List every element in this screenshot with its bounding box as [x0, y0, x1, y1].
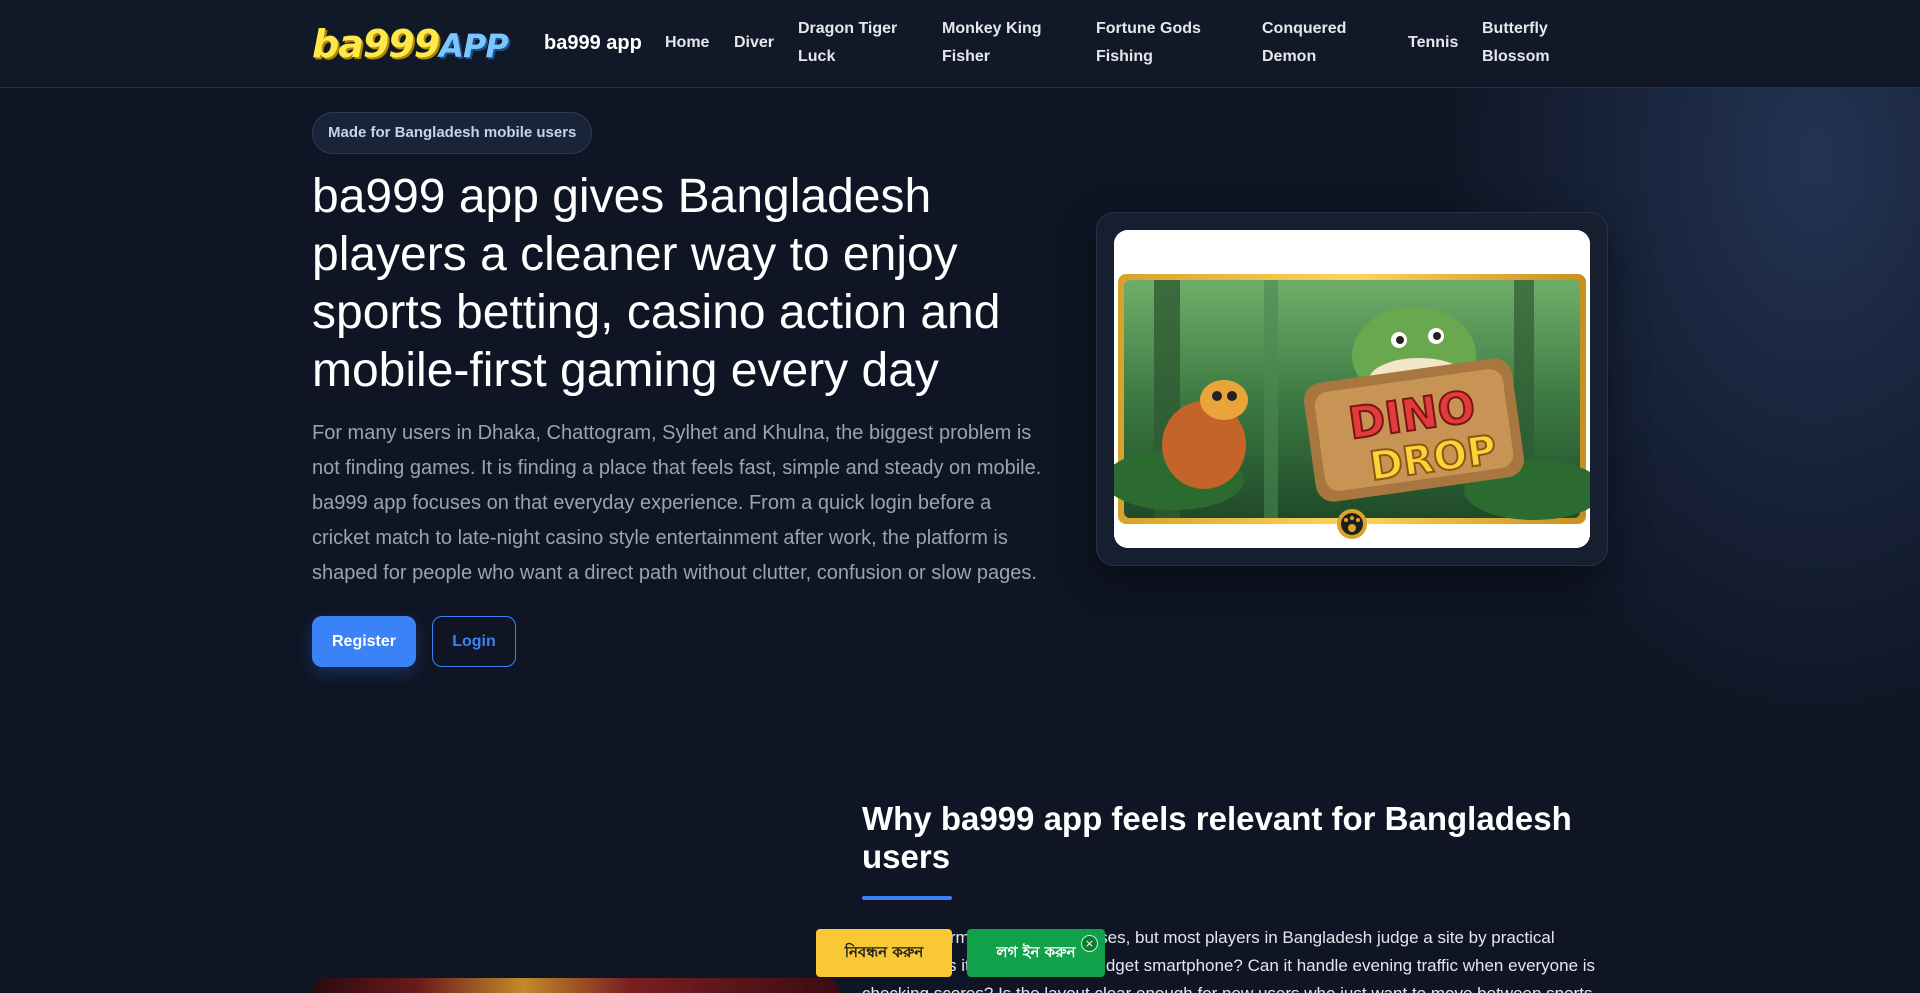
logo-text-main: ba999	[312, 22, 440, 66]
register-button[interactable]: Register	[312, 616, 416, 667]
section-title-underline	[862, 896, 952, 900]
game-banner-image[interactable]: DINO DROP	[1114, 230, 1590, 548]
section-image	[312, 978, 840, 993]
nav-label: Tennis	[1408, 34, 1459, 51]
brand-name[interactable]: ba999 app	[544, 32, 642, 55]
nav-label: Dragon Tiger	[798, 20, 898, 37]
site-logo[interactable]: ba999APP	[312, 22, 534, 66]
nav-label: Monkey King	[942, 20, 1042, 37]
nav-item-monkey-king-fisher[interactable]: Monkey King Fisher	[942, 15, 1042, 71]
nav-item-conquered-demon[interactable]: Conquered Demon	[1262, 15, 1346, 71]
logo-text-app: APP	[439, 27, 509, 65]
nav-label-line2: Fisher	[942, 48, 991, 65]
audience-badge: Made for Bangladesh mobile users	[312, 112, 593, 154]
hero-title: ba999 app gives Bangladesh players a cle…	[312, 170, 1001, 397]
nav-item-diver[interactable]: Diver	[734, 29, 774, 57]
nav-item-fortune-gods-fishing[interactable]: Fortune Gods Fishing	[1096, 15, 1201, 71]
nav-label: Fortune Gods	[1096, 20, 1201, 37]
section-title: Why ba999 app feels relevant for Banglad…	[862, 800, 1572, 875]
nav-label-line2: Blossom	[1482, 48, 1550, 65]
nav-label: Conquered	[1262, 20, 1347, 37]
login-button[interactable]: Login	[432, 616, 516, 667]
nav-item-tennis[interactable]: Tennis	[1408, 29, 1458, 57]
nav-item-home[interactable]: Home	[665, 29, 709, 57]
site-header: ba999APP ba999 app Home Diver Dragon Tig…	[0, 0, 1920, 88]
nav-label-line2: Demon	[1262, 48, 1317, 65]
sticky-register-button[interactable]: নিবন্ধন করুন	[816, 929, 952, 977]
nav-label-line2: Luck	[798, 48, 836, 65]
close-icon[interactable]: ×	[1081, 935, 1098, 952]
nav-item-butterfly-blossom[interactable]: Butterfly Blossom	[1482, 15, 1550, 71]
nav-label: Diver	[734, 34, 775, 51]
hero-description: For many users in Dhaka, Chattogram, Syl…	[312, 422, 1042, 584]
nav-label-line2: Fishing	[1096, 48, 1153, 65]
hero-image-card: DINO DROP	[1096, 212, 1608, 566]
nav-item-dragon-tiger-luck[interactable]: Dragon Tiger Luck	[798, 15, 897, 71]
nav-label: Butterfly	[1482, 20, 1548, 37]
nav-label: Home	[665, 34, 710, 51]
dino-drop-artwork: DINO DROP	[1114, 230, 1590, 548]
